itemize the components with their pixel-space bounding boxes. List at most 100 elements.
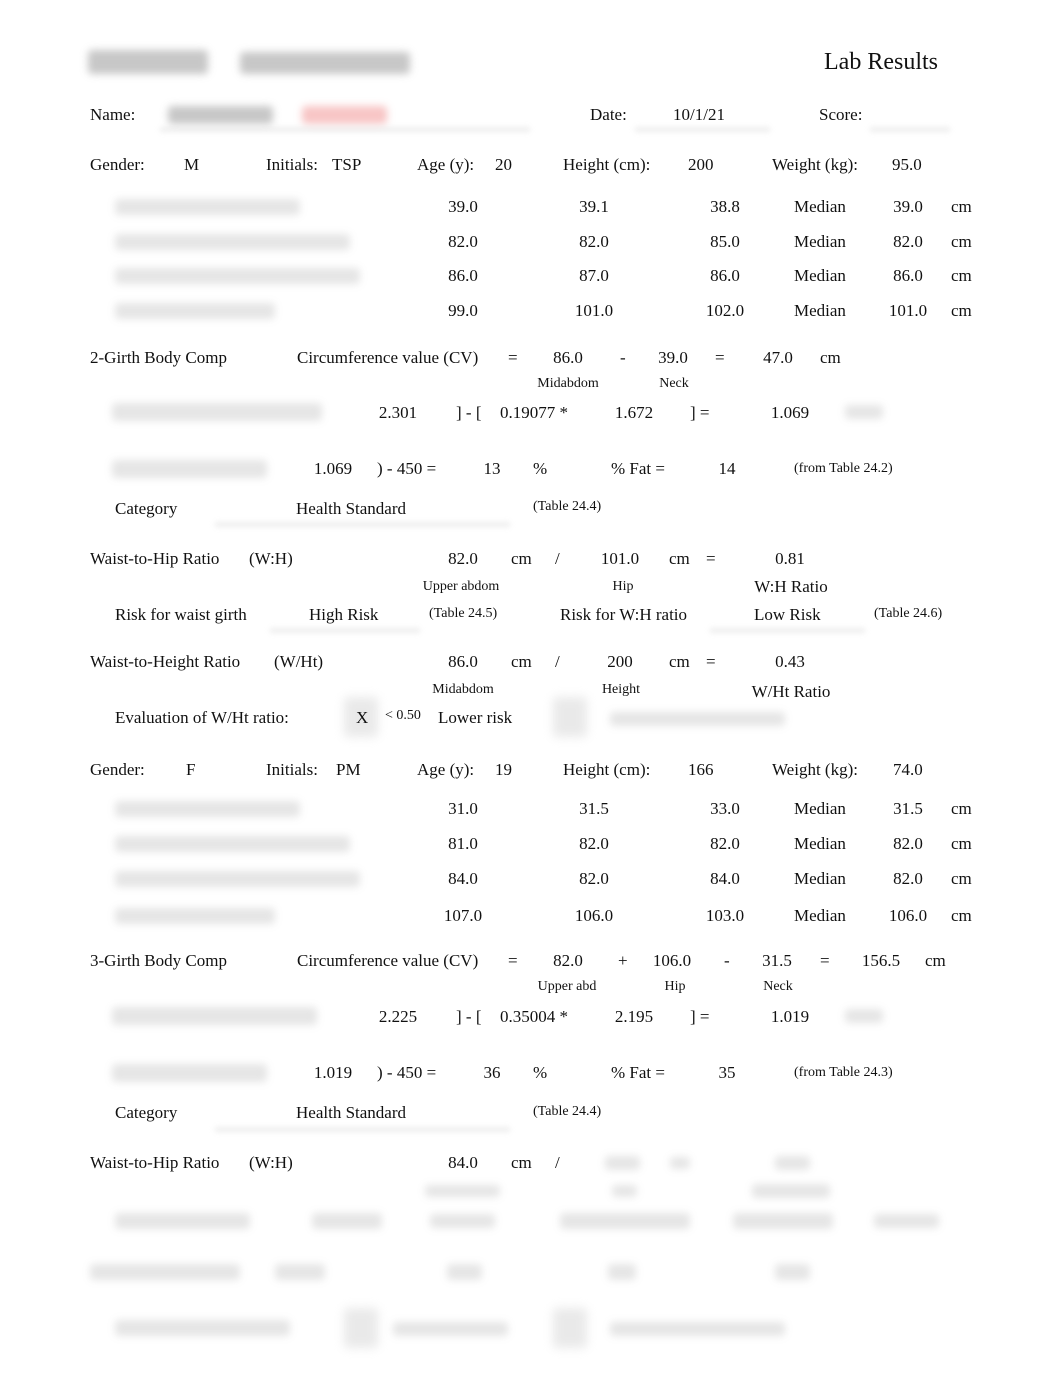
name-field-line[interactable] [160,128,530,131]
category-value[interactable]: Health Standard [296,1104,406,1121]
db-term2[interactable]: 2.195 [615,1008,653,1025]
trial-2-value[interactable]: 101.0 [575,302,613,319]
median-value[interactable]: 106.0 [889,907,927,924]
cv-neck-value[interactable]: 39.0 [658,349,688,366]
table-pct-value[interactable]: 35 [719,1064,736,1081]
date-field-line [635,128,770,131]
trial-1-value[interactable]: 31.0 [448,800,478,817]
lower-risk-check-mark[interactable]: X [356,709,368,726]
trial-2-value[interactable]: 82.0 [579,233,609,250]
whr-waist-value[interactable]: 84.0 [448,1154,478,1171]
whr-title: Waist-to-Hip Ratio [90,549,220,568]
trial-3-value[interactable]: 84.0 [710,870,740,887]
cv-result[interactable]: 47.0 [763,349,793,366]
trial-1-value[interactable]: 84.0 [448,870,478,887]
median-value[interactable]: 82.0 [893,835,923,852]
score-field-line[interactable] [870,128,950,131]
trial-3-value[interactable]: 82.0 [710,835,740,852]
age-value[interactable]: 20 [495,156,512,173]
trial-1-value[interactable]: 39.0 [448,198,478,215]
gender-value[interactable]: M [184,156,199,173]
median-value[interactable]: 86.0 [893,267,923,284]
blurred-risk-value [312,1213,382,1229]
siri-db-value[interactable]: 1.069 [314,460,352,477]
siri-db-value[interactable]: 1.019 [314,1064,352,1081]
siri-pct-value[interactable]: 13 [484,460,501,477]
trial-1-value[interactable]: 86.0 [448,267,478,284]
cv-result[interactable]: 156.5 [862,952,900,969]
blurred-eval-option [393,1322,508,1336]
trial-3-value[interactable]: 86.0 [710,267,740,284]
trial-1-value[interactable]: 107.0 [444,907,482,924]
initials-value[interactable]: TSP [332,156,361,173]
median-value[interactable]: 101.0 [889,302,927,319]
table-24-5-ref: (Table 24.5) [429,606,498,621]
whr-abbr: (W:H) [249,549,293,568]
trial-3-value[interactable]: 102.0 [706,302,744,319]
weight-value[interactable]: 95.0 [892,156,922,173]
db-term1[interactable]: 2.301 [379,404,417,421]
form-subtitle-blurred [240,52,410,74]
cv-label: Circumference value (CV) [297,951,479,970]
trial-1-value[interactable]: 81.0 [448,835,478,852]
height-value[interactable]: 200 [688,156,714,173]
db-term2[interactable]: 1.672 [615,404,653,421]
cv-hip-value[interactable]: 106.0 [653,952,691,969]
blurred-eval-option [610,1322,785,1336]
age-value[interactable]: 19 [495,761,512,778]
unit-cm: cm [951,799,972,818]
whr-hip-value[interactable]: 101.0 [601,550,639,567]
whtr-height-value[interactable]: 200 [607,653,633,670]
median-value[interactable]: 82.0 [893,870,923,887]
trial-3-value[interactable]: 38.8 [710,198,740,215]
bodycomp-title: 3-Girth Body Comp [90,951,227,970]
risk-waist-value[interactable]: High Risk [309,606,378,623]
whtr-title: Waist-to-Height Ratio [90,652,241,671]
table-pct-value[interactable]: 14 [719,460,736,477]
whr-waist-value[interactable]: 82.0 [448,550,478,567]
higher-risk-checkbox[interactable] [553,697,587,737]
gender-value[interactable]: F [186,761,195,778]
trial-2-value[interactable]: 82.0 [579,870,609,887]
db-term1[interactable]: 2.225 [379,1008,417,1025]
siri-pct-value[interactable]: 36 [484,1064,501,1081]
blurred-checkbox[interactable] [553,1308,587,1348]
weight-value[interactable]: 74.0 [893,761,923,778]
trial-2-value[interactable]: 87.0 [579,267,609,284]
unit-cm: cm [669,549,690,568]
trial-3-value[interactable]: 85.0 [710,233,740,250]
cv-upper-abd-value[interactable]: 82.0 [553,952,583,969]
trial-1-value[interactable]: 99.0 [448,302,478,319]
whtr-waist-value[interactable]: 86.0 [448,653,478,670]
cv-midabdom-value[interactable]: 86.0 [553,349,583,366]
median-label: Median [794,197,846,216]
median-value[interactable]: 82.0 [893,233,923,250]
blurred-table-ref [874,1214,939,1228]
date-value[interactable]: 10/1/21 [673,106,725,123]
blurred-checkbox[interactable] [344,1308,378,1348]
trial-2-value[interactable]: 31.5 [579,800,609,817]
trial-3-value[interactable]: 33.0 [710,800,740,817]
unit-cm: cm [951,301,972,320]
gender-label: Gender: [90,155,145,174]
bodycomp-title: 2-Girth Body Comp [90,348,227,367]
median-value[interactable]: 31.5 [893,800,923,817]
whtr-result[interactable]: 0.43 [775,653,805,670]
age-label: Age (y): [417,155,475,174]
risk-wh-value[interactable]: Low Risk [754,606,821,623]
trial-2-value[interactable]: 82.0 [579,835,609,852]
height-value[interactable]: 166 [688,761,714,778]
upper-abd-sublabel: Upper abd [537,979,597,994]
weight-label: Weight (kg): [772,760,858,779]
trial-2-value[interactable]: 106.0 [575,907,613,924]
cv-neck-value[interactable]: 31.5 [762,952,792,969]
median-value[interactable]: 39.0 [893,198,923,215]
trial-2-value[interactable]: 39.1 [579,198,609,215]
trial-3-value[interactable]: 103.0 [706,907,744,924]
whr-result[interactable]: 0.81 [775,550,805,567]
category-value[interactable]: Health Standard [296,500,406,517]
trial-1-value[interactable]: 82.0 [448,233,478,250]
db-result[interactable]: 1.019 [771,1008,809,1025]
initials-value[interactable]: PM [336,761,361,778]
db-result[interactable]: 1.069 [771,404,809,421]
